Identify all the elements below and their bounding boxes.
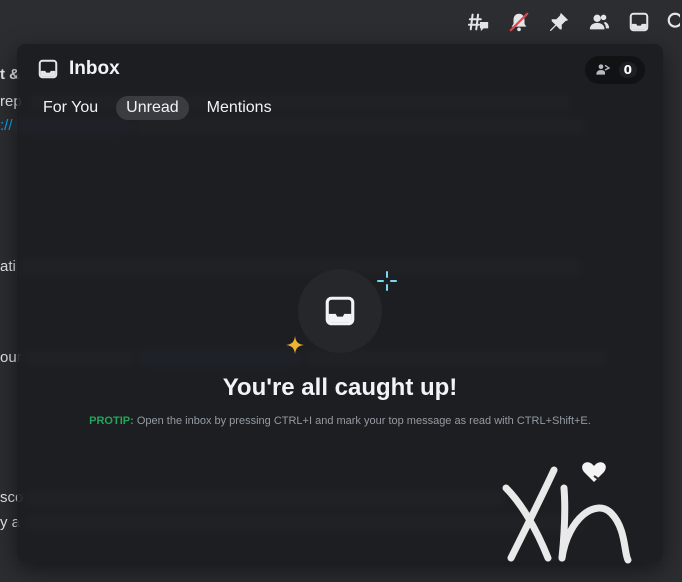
members-icon[interactable] xyxy=(586,9,612,35)
tab-unread[interactable]: Unread xyxy=(116,96,189,120)
inbox-icon xyxy=(325,296,355,326)
inbox-tabs: For You Unread Mentions xyxy=(33,96,282,120)
empty-state-title: You're all caught up! xyxy=(222,374,458,401)
inbox-icon xyxy=(38,59,58,79)
channel-toolbar xyxy=(466,8,682,36)
inbox-icon[interactable] xyxy=(626,9,652,35)
sparkle-icon xyxy=(377,271,397,291)
mention-count-button[interactable]: 0 xyxy=(584,56,645,84)
tab-for-you[interactable]: For You xyxy=(33,96,108,120)
inbox-title: Inbox xyxy=(37,58,120,80)
background-text-fragment: :// xyxy=(0,117,13,134)
empty-state-illustration xyxy=(298,269,382,353)
inbox-header: Inbox 0 For You Unread Mentions xyxy=(17,44,663,130)
search-icon[interactable] xyxy=(666,9,680,35)
protip: PROTIP: Open the inbox by pressing CTRL+… xyxy=(17,415,663,427)
pin-icon[interactable] xyxy=(546,9,572,35)
inbox-title-text: Inbox xyxy=(69,58,120,79)
background-text-fragment: ati xyxy=(0,258,16,275)
sticker-image xyxy=(502,462,632,564)
tab-mentions[interactable]: Mentions xyxy=(197,96,282,120)
reply-mention-icon xyxy=(595,64,610,75)
mention-count-badge: 0 xyxy=(618,62,637,78)
sparkle-icon xyxy=(286,336,304,354)
protip-label: PROTIP: xyxy=(89,415,134,427)
protip-text: Open the inbox by pressing CTRL+I and ma… xyxy=(136,415,591,427)
threads-icon[interactable] xyxy=(466,9,492,35)
mute-icon[interactable] xyxy=(506,9,532,35)
